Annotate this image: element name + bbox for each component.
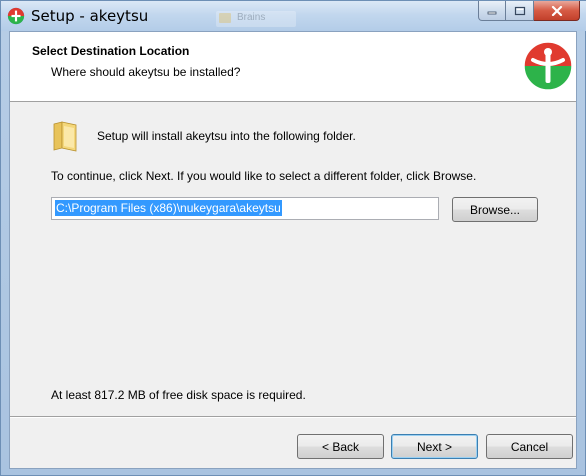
minimize-button[interactable] (478, 1, 506, 21)
page-title: Select Destination Location (32, 44, 190, 58)
instruction-text: To continue, click Next. If you would li… (51, 169, 477, 183)
close-button[interactable] (534, 1, 580, 21)
wizard-client-area: Select Destination Location Where should… (9, 31, 577, 469)
title-bar[interactable]: Brains Setup - akeytsu (1, 1, 586, 31)
setup-window: Brains Setup - akeytsu Select Destinatio… (0, 0, 586, 476)
intro-text: Setup will install akeytsu into the foll… (97, 129, 356, 143)
akeytsu-logo-icon (7, 7, 25, 25)
install-path-input[interactable]: C:\Program Files (x86)\nukeygara\akeytsu (51, 197, 439, 220)
background-folder-icon (219, 13, 231, 23)
folder-icon (53, 121, 77, 152)
background-item-label: Brains (237, 12, 266, 23)
maximize-button[interactable] (506, 1, 534, 21)
close-icon (551, 5, 562, 16)
window-title: Setup - akeytsu (31, 7, 149, 25)
next-button[interactable]: Next > (391, 434, 478, 459)
caption-buttons (478, 1, 580, 21)
wizard-header: Select Destination Location Where should… (10, 32, 576, 102)
akeytsu-logo-icon (523, 41, 573, 91)
back-button[interactable]: < Back (297, 434, 384, 459)
install-path-value: C:\Program Files (x86)\nukeygara\akeytsu (55, 200, 282, 216)
cancel-button[interactable]: Cancel (486, 434, 573, 459)
disk-space-text: At least 817.2 MB of free disk space is … (51, 388, 306, 402)
browse-button[interactable]: Browse... (452, 197, 538, 222)
maximize-icon (514, 6, 525, 15)
minimize-icon (487, 11, 497, 14)
footer-divider (10, 416, 576, 418)
page-subtitle: Where should akeytsu be installed? (51, 65, 241, 79)
